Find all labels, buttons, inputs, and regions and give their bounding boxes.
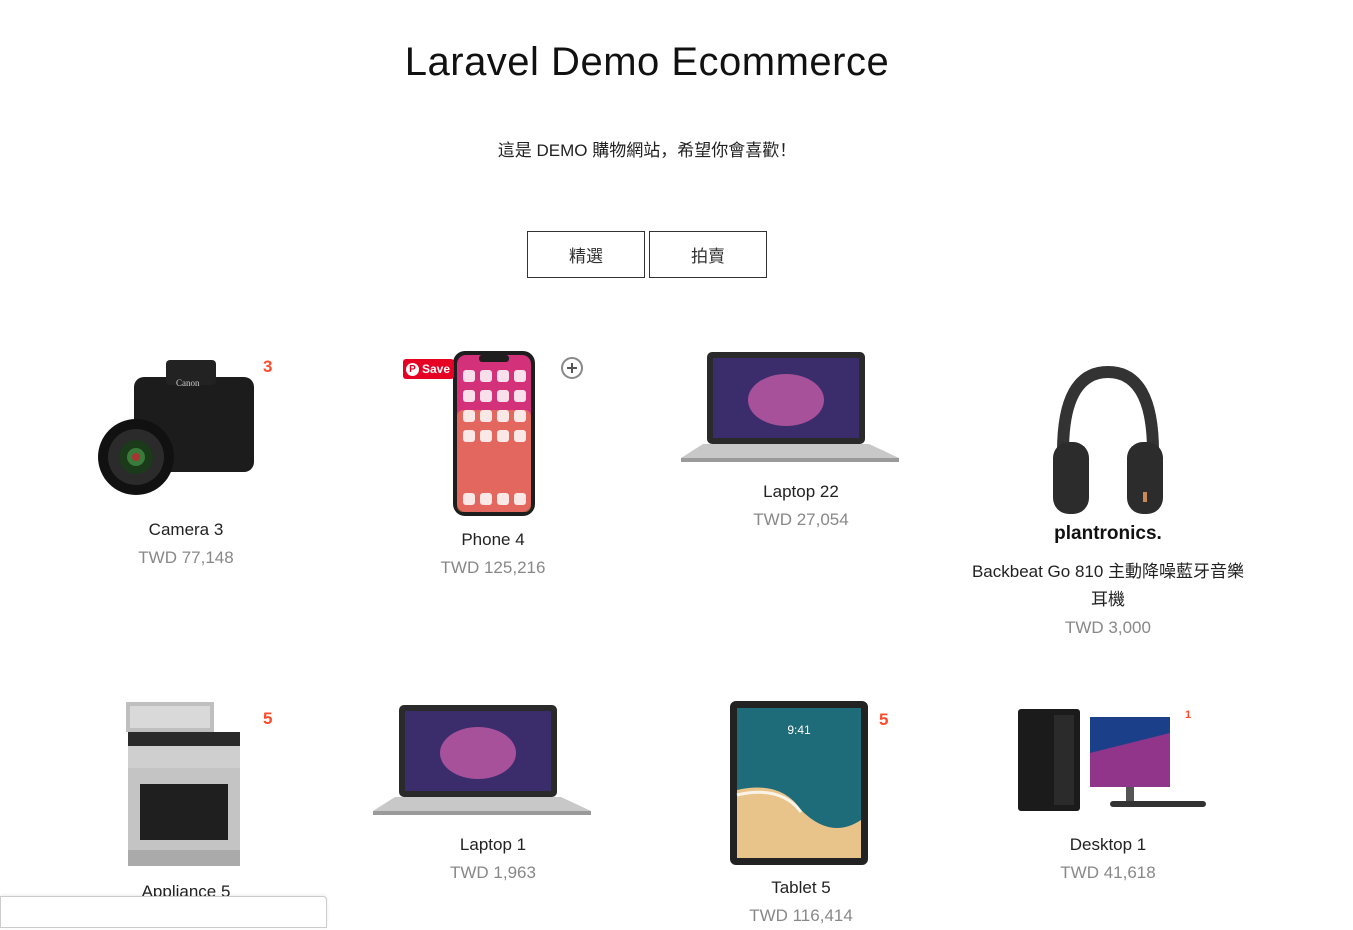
bottom-popup-bar[interactable] [0,896,327,928]
product-name: Phone 4 [461,530,525,549]
camera-image: Canon [98,360,254,495]
product-price: TWD 3,000 [1065,618,1151,637]
product-badge: 5 [879,710,889,729]
headphones-image: plantronics. [1053,365,1163,544]
product-badge: 3 [263,357,273,376]
product-card-camera[interactable]: Canon Camera 3 TWD 77,148 [36,352,336,572]
tablet-image: 9:41 [730,701,868,865]
filter-tabs: 精選 拍賣 [527,231,767,278]
zoom-icon[interactable] [561,357,583,379]
product-price: TWD 1,963 [450,863,536,882]
product-card-appliance[interactable]: Appliance 5 [36,700,336,906]
filter-sale-button[interactable]: 拍賣 [649,231,767,278]
appliance-image [126,702,240,866]
laptop-image [681,352,899,462]
product-name: Laptop 1 [459,835,527,854]
product-card-tablet[interactable]: 9:41 Tablet 5 TWD 116,414 [651,700,951,930]
pinterest-save-button[interactable]: P Save [403,359,454,379]
desktop-image [1018,709,1206,811]
brand-logo: plantronics. [1054,523,1162,544]
product-name: Tablet 5 [771,878,831,897]
laptop-image [373,705,591,815]
product-name: Backbeat Go 810 主動降噪藍牙音樂耳機 [971,562,1245,609]
tablet-clock: 9:41 [787,723,811,737]
product-name: Laptop 22 [763,482,839,501]
product-price: TWD 41,618 [1060,863,1156,882]
page-title: Laravel Demo Ecommerce [404,40,890,84]
product-price: TWD 27,054 [753,510,849,529]
product-price: TWD 125,216 [440,558,546,577]
product-name: Camera 3 [148,520,224,539]
product-price: TWD 77,148 [138,548,234,567]
page-subtitle: 這是 DEMO 購物網站，希望你會喜歡！ [497,141,797,160]
pinterest-save-label: Save [422,362,451,376]
product-card-headphones[interactable]: plantronics. Backbeat Go 810 主動降噪藍牙音樂耳機 … [958,362,1258,642]
product-card-laptop-1[interactable]: Laptop 1 TWD 1,963 [343,703,643,887]
product-card-laptop-22[interactable]: Laptop 22 TWD 27,054 [651,350,951,534]
product-card-phone[interactable]: Phone 4 TWD 125,216 [343,350,643,582]
product-name: Desktop 1 [1069,835,1147,854]
product-badge: 5 [263,709,273,728]
product-card-desktop[interactable]: Desktop 1 TWD 41,618 [958,703,1258,887]
product-price: TWD 116,414 [749,906,853,925]
phone-image [453,351,535,516]
product-badge: 1 [1185,709,1192,721]
filter-featured-button[interactable]: 精選 [527,231,645,278]
svg-text:Canon: Canon [176,378,200,388]
pinterest-icon: P [406,362,419,376]
